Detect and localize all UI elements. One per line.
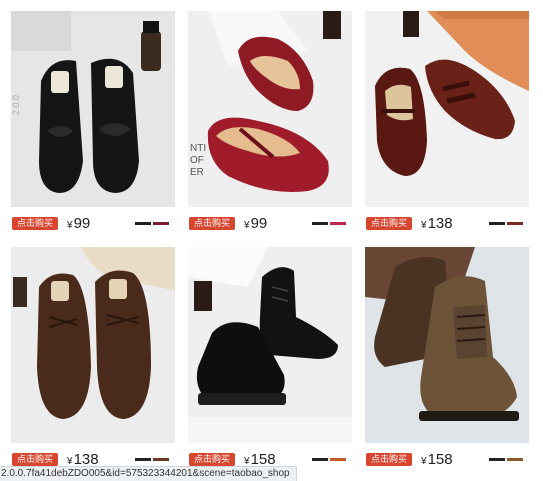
buy-now-button[interactable]: 点击购买 <box>189 453 236 466</box>
color-swatch[interactable] <box>312 222 328 225</box>
product-image-black-ankle-boots[interactable] <box>188 247 352 443</box>
product-card[interactable]: 点击购买 ¥158 <box>188 247 352 479</box>
product-image-burgundy-strap-shoes[interactable] <box>365 11 529 207</box>
buy-now-button[interactable]: 点击购买 <box>12 217 59 230</box>
svg-text:OF: OF <box>190 155 204 166</box>
color-swatch[interactable] <box>489 222 505 225</box>
price: ¥158 <box>421 451 453 468</box>
color-swatch[interactable] <box>507 458 523 461</box>
color-swatch[interactable] <box>330 222 346 225</box>
color-swatches <box>135 222 169 225</box>
color-swatch[interactable] <box>312 458 328 461</box>
color-swatch[interactable] <box>489 458 505 461</box>
price: ¥99 <box>67 215 91 232</box>
product-card[interactable]: NTI OF ER 点击购买 ¥99 <box>188 11 352 243</box>
svg-text:NTI: NTI <box>190 143 206 154</box>
color-swatch[interactable] <box>135 458 151 461</box>
product-card[interactable]: 点击购买 ¥158 <box>365 247 529 479</box>
color-swatches <box>312 458 346 461</box>
product-card[interactable]: 点击购买 ¥138 <box>11 247 175 479</box>
product-image-brown-suede-boots[interactable] <box>365 247 529 443</box>
status-bar-url: 2.0.0.7fa41debZDO005&id=575323344201&sce… <box>0 466 297 481</box>
product-image-brown-lace-up-shoes[interactable] <box>11 247 175 443</box>
color-swatches <box>489 458 523 461</box>
product-card[interactable]: 点击购买 ¥138 <box>365 11 529 243</box>
product-image-black-bow-loafers[interactable]: 2.0.0 <box>11 11 175 207</box>
color-swatch[interactable] <box>135 222 151 225</box>
product-card[interactable]: 2.0.0 点击购买 ¥99 <box>11 11 175 243</box>
color-swatch[interactable] <box>153 222 169 225</box>
product-image-red-mary-janes[interactable]: NTI OF ER <box>188 11 352 207</box>
color-swatch[interactable] <box>507 222 523 225</box>
buy-now-button[interactable]: 点击购买 <box>12 453 59 466</box>
buy-now-button[interactable]: 点击购买 <box>189 217 236 230</box>
price: ¥99 <box>244 215 268 232</box>
price: ¥138 <box>421 215 453 232</box>
color-swatches <box>312 222 346 225</box>
buy-now-button[interactable]: 点击购买 <box>366 453 413 466</box>
buy-now-button[interactable]: 点击购买 <box>366 217 413 230</box>
color-swatches <box>135 458 169 461</box>
svg-text:ER: ER <box>190 167 204 178</box>
svg-text:2.0.0: 2.0.0 <box>11 95 21 115</box>
color-swatch[interactable] <box>153 458 169 461</box>
color-swatches <box>489 222 523 225</box>
color-swatch[interactable] <box>330 458 346 461</box>
